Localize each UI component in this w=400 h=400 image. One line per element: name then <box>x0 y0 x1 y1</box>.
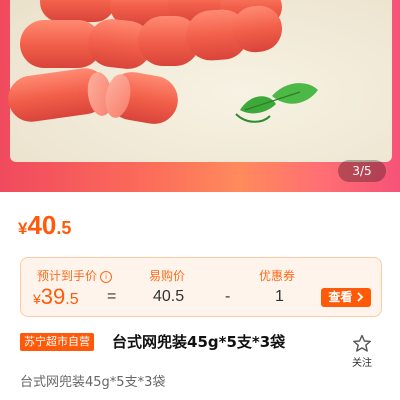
coupon-label: 优惠券 <box>259 269 296 283</box>
view-coupon-label: 查看 <box>328 290 353 304</box>
easy-price-label: 易购价 <box>149 269 186 283</box>
info-icon[interactable]: i <box>100 271 113 283</box>
estimated-price-card[interactable]: 预计到手价 i ¥39.5 = 易购价 40.5 - 优惠券 1 查看 <box>20 257 382 317</box>
coupon-value: 1 <box>275 288 284 305</box>
self-operated-badge: 苏宁超市自营 <box>20 333 94 351</box>
easy-price-value: 40.5 <box>153 288 185 305</box>
price-decimal: .5 <box>56 218 72 238</box>
estimated-price-label: 预计到手价 <box>37 269 98 283</box>
estimated-currency: ¥ <box>33 291 41 307</box>
star-icon <box>353 334 371 352</box>
estimated-price-value: ¥39.5 <box>33 284 79 310</box>
follow-label: 关注 <box>352 358 372 369</box>
minus-sign: - <box>225 288 231 305</box>
view-coupon-button[interactable]: 查看 <box>321 288 371 307</box>
chevron-right-icon <box>357 292 363 302</box>
follow-button[interactable]: 关注 <box>346 334 378 370</box>
product-title: 台式网兜装45g*5支*3袋 <box>112 333 286 351</box>
estimated-price-cell: 预计到手价 i ¥39.5 <box>21 258 113 316</box>
product-subtitle: 台式网兜装45g*5支*3袋 <box>20 375 166 390</box>
estimated-integer: 39 <box>40 284 66 309</box>
image-counter: 3/5 <box>338 160 386 182</box>
product-price: ¥40.5 <box>18 210 71 242</box>
product-image-gallery[interactable]: 3/5 <box>0 0 400 192</box>
equals-sign: = <box>107 288 117 305</box>
estimated-decimal: .5 <box>65 291 79 308</box>
price-integer: 40 <box>27 210 57 240</box>
